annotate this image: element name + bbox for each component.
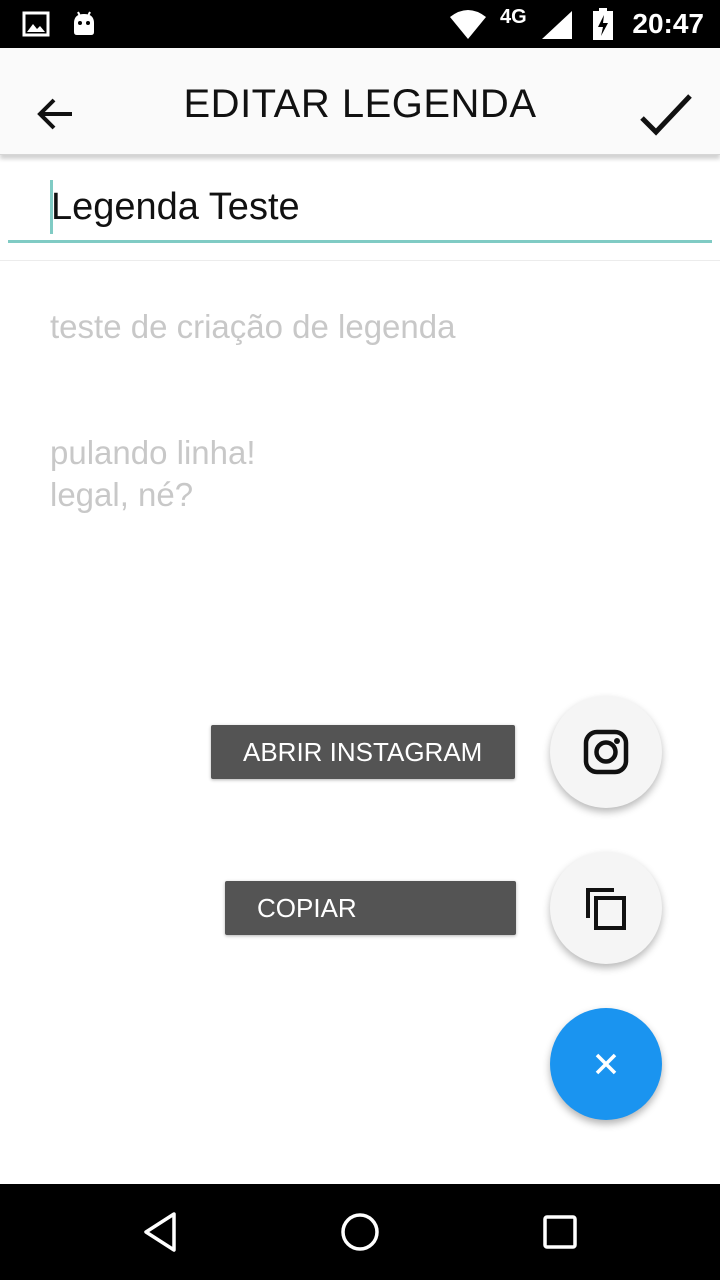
battery-charging-icon (592, 0, 614, 48)
caption-title-input[interactable]: Legenda Teste (8, 170, 712, 243)
android-notification-icon (70, 0, 98, 48)
caption-body-line: legal, né? (50, 476, 194, 513)
network-type-label: 4G (500, 6, 527, 28)
home-circle-icon (341, 1213, 379, 1251)
caption-body-textarea[interactable]: teste de criação de legenda pulando linh… (50, 306, 670, 516)
open-instagram-label[interactable]: ABRIR INSTAGRAM (211, 725, 515, 779)
caption-body-line: pulando linha! (50, 434, 256, 471)
navigation-bar (0, 1184, 720, 1280)
close-fab-menu-button[interactable] (550, 1008, 662, 1120)
divider (0, 260, 720, 261)
page-title: EDITAR LEGENDA (183, 82, 537, 126)
recents-square-icon (543, 1215, 577, 1249)
copy-caption-button[interactable] (550, 852, 662, 964)
wifi-icon (448, 0, 488, 48)
back-triangle-icon (144, 1212, 176, 1252)
nav-back-button[interactable] (136, 1208, 184, 1256)
caption-title-value: Legenda Teste (51, 186, 300, 228)
caption-body-line: teste de criação de legenda (50, 308, 456, 345)
confirm-button[interactable] (636, 86, 696, 146)
copy-caption-label[interactable]: COPIAR LEGENDA (225, 881, 516, 977)
instagram-icon (583, 729, 629, 775)
check-icon (640, 94, 692, 136)
close-icon (595, 1053, 617, 1075)
status-bar: 4G 20:47 (0, 0, 720, 48)
open-instagram-button[interactable] (550, 696, 662, 808)
signal-icon (540, 0, 574, 48)
image-notification-icon (22, 0, 50, 48)
nav-home-button[interactable] (336, 1208, 384, 1256)
app-bar: EDITAR LEGENDA (0, 48, 720, 155)
status-time: 20:47 (632, 8, 704, 39)
copy-icon (586, 888, 626, 930)
nav-recents-button[interactable] (536, 1208, 584, 1256)
